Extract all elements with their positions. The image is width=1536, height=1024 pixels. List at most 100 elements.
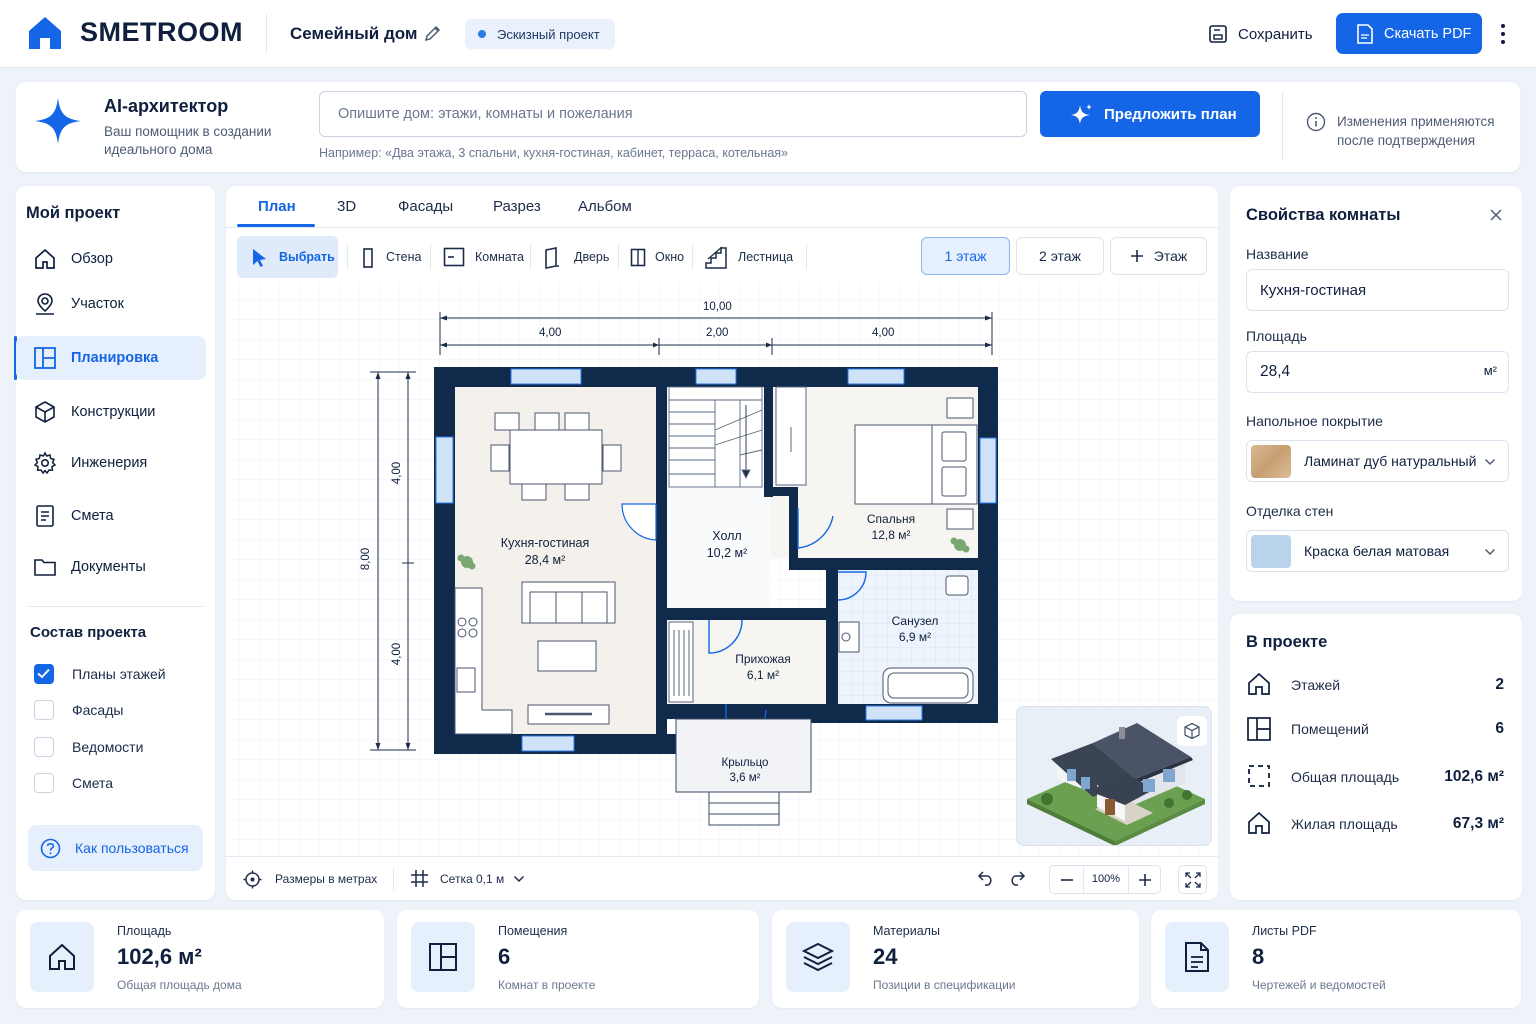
composition-statements[interactable]: Ведомости <box>34 737 143 757</box>
suggest-plan-button[interactable]: Предложить план <box>1040 91 1260 137</box>
stat-card-value: 102,6 м² <box>117 944 202 969</box>
3d-preview[interactable] <box>1016 706 1212 846</box>
room-label-hall[interactable]: Холл 10,2 м² <box>687 528 767 562</box>
undo-icon[interactable] <box>977 870 995 886</box>
tab-facades[interactable]: Фасады <box>398 198 453 215</box>
tool-door[interactable]: Дверь <box>541 236 615 278</box>
fullscreen-button[interactable] <box>1178 865 1207 894</box>
sidebar-item-label: Смета <box>71 508 114 524</box>
composition-floor-plans[interactable]: Планы этажей <box>34 664 166 684</box>
app-header: SMETROOM Семейный дом Эскизный проект Со… <box>0 0 1536 68</box>
sidebar-item-label: Планировка <box>71 350 159 366</box>
room-label-bedroom[interactable]: Спальня 12,8 м² <box>851 511 931 543</box>
ai-sparkle-icon <box>33 96 83 146</box>
paint-swatch <box>1251 535 1291 568</box>
logo-house-icon[interactable] <box>26 14 64 52</box>
tool-label: Дверь <box>574 250 610 264</box>
room-label-kitchen[interactable]: Кухня-гостиная 28,4 м² <box>485 535 605 569</box>
view-3d-button[interactable] <box>1177 716 1207 746</box>
composition-estimate[interactable]: Смета <box>34 773 113 793</box>
close-icon[interactable] <box>1490 209 1502 221</box>
app-logo[interactable]: SMETROOM <box>80 17 243 48</box>
checkbox-unchecked[interactable] <box>34 700 54 720</box>
tool-room[interactable]: Комната <box>442 236 532 278</box>
wall-finish-select[interactable]: Краска белая матовая <box>1246 530 1509 572</box>
tool-stairs[interactable]: Лестница <box>704 236 804 278</box>
room-label-porch[interactable]: Крыльцо 3,6 м² <box>705 756 785 786</box>
room-name: Холл <box>712 529 742 543</box>
room-name: Спальня <box>866 512 916 526</box>
tab-section[interactable]: Разрез <box>493 198 541 215</box>
more-menu-icon[interactable] <box>1497 23 1509 45</box>
tool-wall[interactable]: Стена <box>358 236 428 278</box>
stat-card-materials: Материалы 24 Позиции в спецификации <box>772 910 1139 1008</box>
edit-pencil-icon[interactable] <box>424 25 441 42</box>
home-icon <box>1248 811 1270 834</box>
room-area: 12,8 м² <box>871 528 911 542</box>
floor-1-button[interactable]: 1 этаж <box>921 237 1010 275</box>
room-name-field[interactable]: Кухня-гостиная <box>1246 269 1509 311</box>
composition-facades[interactable]: Фасады <box>34 700 123 720</box>
add-floor-button[interactable]: Этаж <box>1110 237 1207 275</box>
tool-label: Лестница <box>738 250 794 264</box>
stat-value: 2 <box>1495 676 1504 693</box>
room-area: 3,6 м² <box>729 772 761 784</box>
wall-finish-label: Отделка стен <box>1246 503 1334 519</box>
floor-covering-select[interactable]: Ламинат дуб натуральный <box>1246 440 1509 482</box>
stat-card-icon-box <box>1165 922 1229 992</box>
layers-icon <box>801 942 835 972</box>
plan-canvas[interactable]: 10,00 4,00 2,00 4,00 8,00 4,00 4,00 Кухн… <box>227 283 1217 855</box>
stat-label: Этажей <box>1291 677 1341 693</box>
room-label-entry[interactable]: Прихожая 6,1 м² <box>723 651 803 683</box>
checkbox-unchecked[interactable] <box>34 773 54 793</box>
sidebar-item-engineering[interactable]: Инженерия <box>16 441 206 485</box>
ai-panel-divider <box>1282 92 1283 160</box>
tool-window[interactable]: Окно <box>628 236 688 278</box>
stat-card-icon-box <box>786 922 850 992</box>
sidebar-item-estimate[interactable]: Смета <box>16 494 206 538</box>
grid-size-select[interactable]: Сетка 0,1 м <box>440 872 525 886</box>
room-area: 6,9 м² <box>898 630 932 644</box>
tool-label: Выбрать <box>279 250 335 264</box>
room-name: Кухня-гостиная <box>500 536 590 550</box>
sidebar-item-site[interactable]: Участок <box>16 282 206 326</box>
sidebar-item-overview[interactable]: Обзор <box>16 237 206 281</box>
ai-title: AI-архитектор <box>104 96 229 116</box>
zoom-out-icon[interactable] <box>1061 879 1073 881</box>
sidebar-item-layout[interactable]: Планировка <box>16 336 206 380</box>
room-name: Санузел <box>891 614 939 628</box>
staircase <box>668 386 763 488</box>
checkbox-unchecked[interactable] <box>34 737 54 757</box>
room-properties-title: Свойства комнаты <box>1246 206 1401 224</box>
area-field[interactable]: 28,4 м² <box>1246 351 1509 393</box>
save-button[interactable]: Сохранить <box>1208 18 1318 50</box>
floor-2-button[interactable]: 2 этаж <box>1016 237 1104 275</box>
entry-shelf <box>668 621 694 703</box>
tab-plan[interactable]: План <box>258 198 296 215</box>
sidebar-item-label: Конструкции <box>71 404 156 420</box>
stat-rooms: Помещений 6 <box>1246 714 1508 744</box>
composition-label: Планы этажей <box>72 666 166 682</box>
tool-label: Комната <box>475 250 524 264</box>
zoom-in-icon[interactable] <box>1139 874 1151 886</box>
tool-select[interactable]: Выбрать <box>237 236 338 278</box>
help-circle-icon <box>40 838 61 859</box>
download-pdf-button[interactable]: Скачать PDF <box>1336 13 1482 54</box>
sidebar-title: Мой проект <box>26 204 121 222</box>
ai-prompt-input[interactable] <box>319 91 1027 137</box>
tab-album[interactable]: Альбом <box>578 198 632 215</box>
room-icon <box>443 247 465 267</box>
how-to-use-button[interactable]: Как пользоваться <box>28 825 203 871</box>
sidebar-item-structures[interactable]: Конструкции <box>16 390 206 434</box>
room-area: 28,4 м² <box>524 553 566 567</box>
stat-card-icon-box <box>30 922 94 992</box>
sidebar-item-documents[interactable]: Документы <box>16 545 206 589</box>
checkbox-checked[interactable] <box>34 664 54 684</box>
stat-value: 67,3 м² <box>1452 815 1504 832</box>
tab-3d[interactable]: 3D <box>337 198 356 215</box>
room-label-bathroom[interactable]: Санузел 6,9 м² <box>875 613 955 645</box>
document-icon <box>36 505 54 527</box>
redo-icon[interactable] <box>1008 870 1026 886</box>
dim-total-depth: 8,00 <box>360 547 373 571</box>
location-pin-icon <box>36 293 54 315</box>
